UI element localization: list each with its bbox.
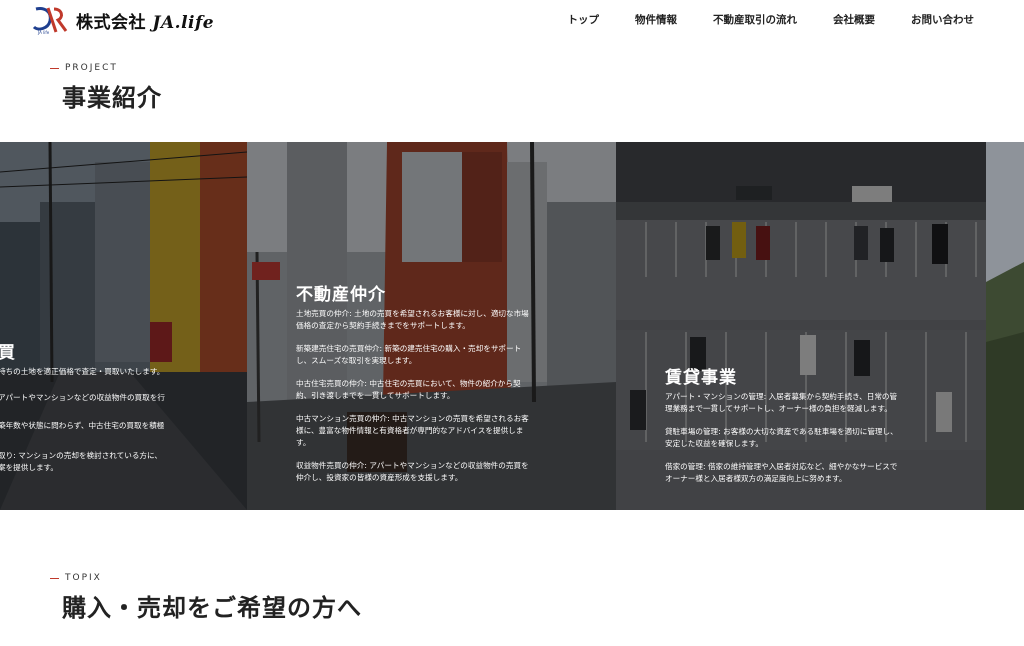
panel-next-partial[interactable] bbox=[986, 142, 1024, 510]
panel-brokerage-title: 不動産仲介 bbox=[296, 285, 386, 305]
panel-buying-item: 築年数や状態に問わらず、中古住宅の買取を積極 bbox=[0, 421, 165, 430]
nav-contact[interactable]: お問い合わせ bbox=[911, 12, 974, 27]
company-logo[interactable]: JA life 株式会社 JA.life bbox=[30, 5, 214, 35]
panel-buying-item: 持ちの土地を適正価格で査定・買取いたします。 bbox=[0, 367, 165, 376]
panel-leasing[interactable]: 賃貸事業 アパート・マンションの管理: 入居者募集から契約手続き、日常の管 理業… bbox=[616, 142, 986, 510]
panel-leasing-item: 貸駐車場の管理: お客様の大切な資産である駐車場を適切に管理し、 安定した収益を… bbox=[665, 427, 898, 448]
topix-label-text: TOPIX bbox=[65, 573, 102, 583]
project-label-text: PROJECT bbox=[65, 63, 118, 73]
panel-brokerage-body: 土地売買の仲介: 土地の売買を希望されるお客様に対し、適切な市場 価格の査定から… bbox=[296, 308, 596, 495]
company-name-jp: 株式会社 bbox=[76, 12, 146, 33]
panel-leasing-title: 賃貸事業 bbox=[665, 368, 737, 388]
topix-section-title: 購入・売却をご希望の方へ bbox=[62, 593, 362, 622]
logo-mark-icon: JA life bbox=[30, 5, 72, 35]
panel-buying-item: アパートやマンションなどの収益物件の買取を行 bbox=[0, 393, 165, 402]
panel-leasing-item: 借家の管理: 借家の維持管理や入居者対応など、細やかなサービスで オーナー様と入… bbox=[665, 462, 898, 483]
panel-brokerage-item: 新築建売住宅の売買仲介: 新築の建売住宅の購入・売却をサポート し、スムーズな取… bbox=[296, 344, 522, 365]
panel-brokerage-item: 土地売買の仲介: 土地の売買を希望されるお客様に対し、適切な市場 価格の査定から… bbox=[296, 309, 529, 330]
svg-text:JA life: JA life bbox=[37, 30, 50, 35]
company-name-en: JA.life bbox=[152, 12, 215, 33]
main-nav: トップ 物件情報 不動産取引の流れ 会社概要 お問い合わせ bbox=[532, 12, 975, 27]
project-section-label: PROJECT bbox=[50, 63, 118, 73]
panel-leasing-item: アパート・マンションの管理: 入居者募集から契約手続き、日常の管 理業務まで一貫… bbox=[665, 392, 898, 413]
nav-company[interactable]: 会社概要 bbox=[833, 12, 875, 27]
panel-buying-body: 持ちの土地を適正価格で査定・買取いたします。 アパートやマンションなどの収益物件… bbox=[0, 366, 247, 485]
nav-transaction-flow[interactable]: 不動産取引の流れ bbox=[713, 12, 797, 27]
panel-buying-title: 買 bbox=[0, 343, 16, 363]
panel-buying-item: 取り: マンションの売却を検討されている方に、 案を提供します。 bbox=[0, 451, 162, 472]
landscape-photo bbox=[986, 142, 1024, 510]
panel-brokerage[interactable]: 不動産仲介 土地売買の仲介: 土地の売買を希望されるお客様に対し、適切な市場 価… bbox=[247, 142, 616, 510]
panel-buying[interactable]: 買 持ちの土地を適正価格で査定・買取いたします。 アパートやマンションなどの収益… bbox=[0, 142, 247, 510]
accent-dash bbox=[50, 577, 59, 579]
site-header: JA life 株式会社 JA.life トップ 物件情報 不動産取引の流れ 会… bbox=[0, 0, 1024, 40]
business-panels: 買 持ちの土地を適正価格で査定・買取いたします。 アパートやマンションなどの収益… bbox=[0, 142, 1024, 510]
nav-top[interactable]: トップ bbox=[568, 12, 600, 27]
topix-section-label: TOPIX bbox=[50, 573, 102, 583]
panel-brokerage-item: 収益物件売買の仲介: アパートやマンションなどの収益物件の売買を 仲介し、投資家… bbox=[296, 461, 529, 482]
panel-leasing-body: アパート・マンションの管理: 入居者募集から契約手続き、日常の管 理業務まで一貫… bbox=[665, 391, 965, 496]
accent-dash bbox=[50, 67, 59, 69]
project-section-title: 事業紹介 bbox=[62, 83, 162, 112]
nav-properties[interactable]: 物件情報 bbox=[635, 12, 677, 27]
panel-brokerage-item: 中古住宅売買の仲介: 中古住宅の売買において、物件の紹介から契 約、引き渡しまで… bbox=[296, 379, 521, 400]
company-name: 株式会社 JA.life bbox=[76, 8, 214, 33]
panel-brokerage-item: 中古マンション売買の仲介: 中古マンションの売買を希望されるお客 様に、豊富な物… bbox=[296, 414, 529, 447]
